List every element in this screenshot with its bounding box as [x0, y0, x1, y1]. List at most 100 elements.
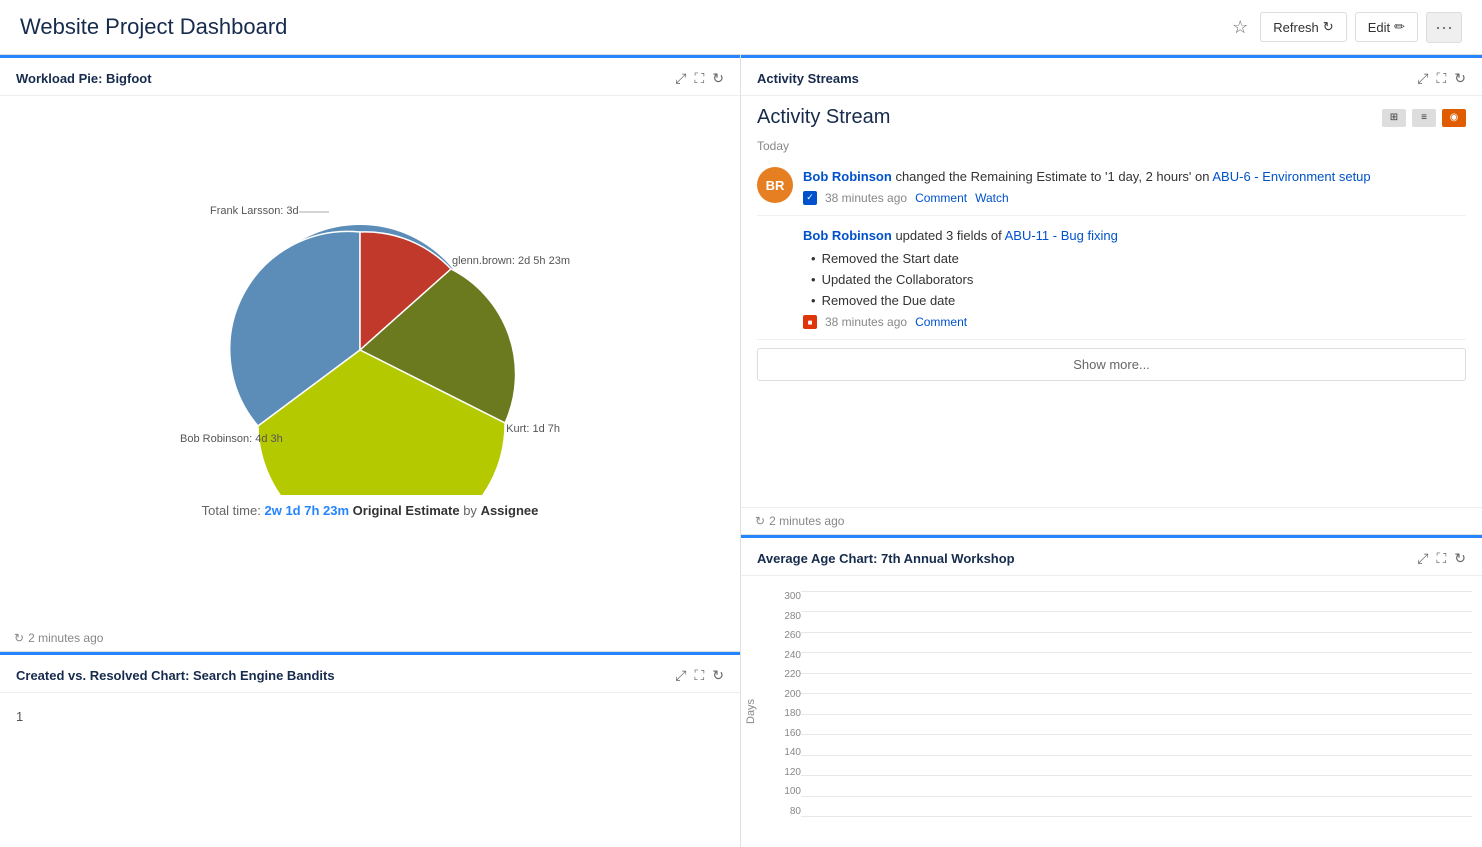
activity-text-2: Bob Robinson updated 3 fields of ABU-11 … [803, 226, 1466, 246]
refresh-button[interactable]: Refresh ↻ [1260, 12, 1346, 42]
expand-icon[interactable]: ⛶ [694, 70, 704, 87]
issue-link-2[interactable]: ABU-11 - Bug fixing [1005, 228, 1118, 243]
more-button[interactable]: ··· [1426, 12, 1462, 43]
header: Website Project Dashboard ☆ Refresh ↻ Ed… [0, 0, 1482, 55]
activity-collapse-icon[interactable]: ⤢ [1417, 70, 1428, 87]
activity-item-1: BR Bob Robinson changed the Remaining Es… [757, 157, 1466, 216]
activity-item-2-header: Bob Robinson updated 3 fields of ABU-11 … [803, 226, 1466, 330]
workload-panel-icons: ⤢ ⛶ ↻ [675, 70, 724, 87]
grid-line [801, 632, 1472, 633]
right-column: Activity Streams ⤢ ⛶ ↻ Activity Stream ⊞… [741, 55, 1482, 847]
workload-refresh-time: ↻ 2 minutes ago [0, 625, 740, 651]
activity-time-2: 38 minutes ago [825, 315, 907, 329]
main-content: Workload Pie: Bigfoot ⤢ ⛶ ↻ [0, 55, 1482, 847]
collapse-icon[interactable]: ⤢ [675, 70, 686, 87]
edit-button[interactable]: Edit ✏ [1355, 12, 1418, 42]
grid-line [801, 796, 1472, 797]
bars-container [801, 586, 1472, 606]
activity-body-1: Bob Robinson changed the Remaining Estim… [803, 167, 1466, 205]
y-axis-value: 300 [761, 591, 801, 602]
watch-link-1[interactable]: Watch [975, 191, 1009, 205]
activity-action-1: changed the Remaining Estimate to '1 day… [895, 169, 1209, 184]
grid-line [801, 775, 1472, 776]
refresh-icon: ↻ [1323, 19, 1334, 35]
cvr-reload-icon[interactable]: ↻ [712, 667, 724, 684]
cvr-value: 1 [16, 709, 23, 724]
cvr-panel: Created vs. Resolved Chart: Search Engin… [0, 652, 740, 847]
activity-stream-title: Activity Stream [757, 106, 890, 129]
activity-item-2: Bob Robinson updated 3 fields of ABU-11 … [757, 216, 1466, 341]
refresh-icon-small: ↻ [14, 631, 24, 645]
grid-line [801, 693, 1472, 694]
activity-streams-icons: ⤢ ⛶ ↻ [1417, 70, 1466, 87]
activity-expand-icon[interactable]: ⛶ [1436, 70, 1446, 87]
activity-stream-header: Activity Stream ⊞ ≡ ◉ [741, 96, 1482, 135]
edit-label: Edit [1368, 20, 1390, 35]
activity-today-label: Today [741, 135, 1482, 157]
avg-age-panel-header: Average Age Chart: 7th Annual Workshop ⤢… [741, 538, 1482, 576]
activity-stream-view-icons: ⊞ ≡ ◉ [1382, 109, 1466, 127]
bullet-2: Updated the Collaborators [811, 270, 1466, 291]
cvr-expand-icon[interactable]: ⛶ [694, 667, 704, 684]
activity-streams-title: Activity Streams [757, 71, 859, 86]
avg-age-panel-icons: ⤢ ⛶ ↻ [1417, 550, 1466, 567]
grid-line [801, 652, 1472, 653]
activity-streams-panel-header: Activity Streams ⤢ ⛶ ↻ [741, 58, 1482, 96]
workload-panel-header: Workload Pie: Bigfoot ⤢ ⛶ ↻ [0, 58, 740, 96]
comment-link-2[interactable]: Comment [915, 315, 967, 329]
user-link-2[interactable]: Bob Robinson [803, 228, 892, 243]
grid-line [801, 673, 1472, 674]
y-axis-value: 120 [761, 767, 801, 778]
avg-expand-icon[interactable]: ⛶ [1436, 550, 1446, 567]
y-axis-value: 280 [761, 611, 801, 622]
checkbox-icon-1: ✓ [803, 191, 817, 205]
y-axis: 30028026024022020018016014012010080 [761, 586, 801, 837]
activity-body-2: Bob Robinson updated 3 fields of ABU-11 … [803, 226, 1466, 330]
bullet-1: Removed the Start date [811, 249, 1466, 270]
page-title: Website Project Dashboard [20, 14, 287, 40]
cvr-collapse-icon[interactable]: ⤢ [675, 667, 686, 684]
grid-line [801, 734, 1472, 735]
y-axis-value: 260 [761, 630, 801, 641]
bob-label: Bob Robinson: 4d 3h [180, 433, 283, 445]
y-axis-value: 140 [761, 747, 801, 758]
bars-wrapper [801, 586, 1472, 837]
pencil-icon: ✏ [1394, 19, 1405, 35]
assignee-label: Assignee [481, 503, 539, 518]
workload-panel: Workload Pie: Bigfoot ⤢ ⛶ ↻ [0, 55, 740, 652]
frank-label: Frank Larsson: 3d [210, 205, 299, 217]
glenn-label: glenn.brown: 2d 5h 23m [452, 255, 570, 267]
activity-bullets: Removed the Start date Updated the Colla… [811, 249, 1466, 311]
y-axis-value: 240 [761, 650, 801, 661]
y-axis-value: 160 [761, 728, 801, 739]
comment-link-1[interactable]: Comment [915, 191, 967, 205]
bar-grid [801, 591, 1472, 817]
y-axis-value: 100 [761, 786, 801, 797]
activity-meta-1: ✓ 38 minutes ago Comment Watch [803, 191, 1466, 205]
bullet-3: Removed the Due date [811, 291, 1466, 312]
y-axis-value: 200 [761, 689, 801, 700]
avg-collapse-icon[interactable]: ⤢ [1417, 550, 1428, 567]
rss-icon[interactable]: ◉ [1442, 109, 1466, 127]
left-column: Workload Pie: Bigfoot ⤢ ⛶ ↻ [0, 55, 741, 847]
kurt-label: Kurt: 1d 7h [506, 423, 560, 435]
star-icon[interactable]: ☆ [1228, 13, 1252, 42]
grid-view-icon[interactable]: ⊞ [1382, 109, 1406, 127]
avg-reload-icon[interactable]: ↻ [1454, 550, 1466, 567]
avg-chart-area: Days 30028026024022020018016014012010080 [741, 576, 1482, 847]
grid-line [801, 714, 1472, 715]
activity-reload-icon[interactable]: ↻ [1454, 70, 1466, 87]
issue-link-1[interactable]: ABU-6 - Environment setup [1212, 169, 1370, 184]
reload-icon[interactable]: ↻ [712, 70, 724, 87]
y-axis-label: Days [741, 586, 761, 837]
grid-line [801, 816, 1472, 817]
total-time-label: Total time: [202, 503, 261, 518]
avg-age-panel-title: Average Age Chart: 7th Annual Workshop [757, 551, 1015, 566]
y-axis-value: 180 [761, 708, 801, 719]
activity-streams-panel: Activity Streams ⤢ ⛶ ↻ Activity Stream ⊞… [741, 55, 1482, 535]
cvr-content: 1 [0, 693, 740, 740]
show-more-button[interactable]: Show more... [757, 348, 1466, 381]
grid-line [801, 611, 1472, 612]
list-view-icon[interactable]: ≡ [1412, 109, 1436, 127]
user-link-1[interactable]: Bob Robinson [803, 169, 892, 184]
